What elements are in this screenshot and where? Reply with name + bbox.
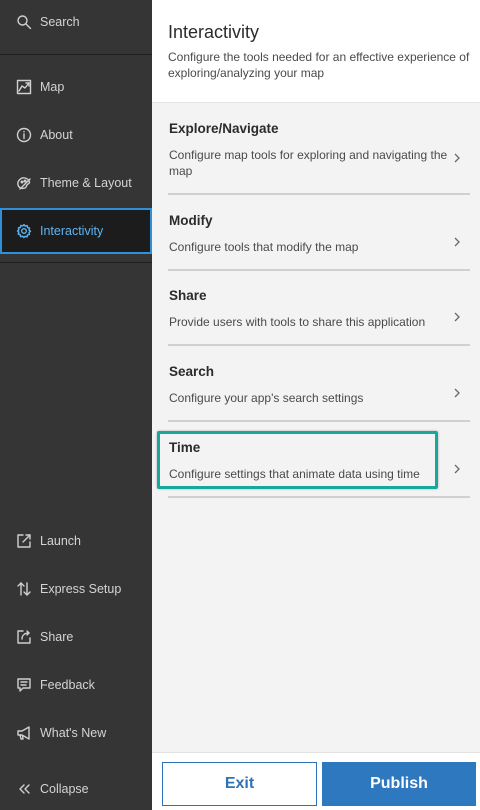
sidebar: Search Map About Theme & Layout Interact… (0, 0, 152, 810)
card-divider (168, 420, 470, 422)
sidebar-divider (0, 54, 152, 55)
card-title: Search (169, 364, 215, 379)
sort-arrows-icon (15, 580, 33, 598)
sidebar-divider (0, 262, 152, 263)
sidebar-item-label: Collapse (40, 782, 89, 796)
chevron-right-icon (452, 309, 462, 322)
chevron-right-icon (452, 385, 462, 398)
main-panel: Interactivity Configure the tools needed… (152, 0, 480, 810)
chevron-right-icon (452, 461, 462, 474)
card-divider (168, 344, 470, 346)
card-explore-navigate[interactable]: Explore/Navigate Configure map tools for… (168, 116, 470, 196)
sidebar-item-whats-new[interactable]: What's New (0, 711, 152, 755)
card-divider (168, 496, 470, 498)
palette-icon (15, 174, 33, 192)
sidebar-item-launch[interactable]: Launch (0, 519, 152, 563)
chevron-right-icon (452, 234, 462, 247)
sidebar-item-express-setup[interactable]: Express Setup (0, 567, 152, 611)
feedback-icon (15, 676, 33, 694)
card-divider (168, 193, 470, 195)
sidebar-item-label: Launch (40, 534, 82, 548)
card-title: Time (169, 440, 201, 455)
sidebar-item-label: About (40, 128, 73, 142)
publish-button[interactable]: Publish (322, 762, 476, 806)
sidebar-item-share[interactable]: Share (0, 615, 152, 659)
sidebar-item-label: Share (40, 630, 74, 644)
card-time[interactable]: Time Configure settings that animate dat… (168, 435, 470, 499)
sidebar-item-label: Theme & Layout (40, 176, 132, 190)
card-description: Configure your app's search settings (169, 391, 364, 405)
sidebar-item-map[interactable]: Map (0, 65, 152, 109)
sidebar-item-label: Search (40, 15, 80, 29)
exit-button[interactable]: Exit (162, 762, 317, 806)
sidebar-item-label: Express Setup (40, 582, 122, 596)
card-share[interactable]: Share Provide users with tools to share … (168, 283, 470, 347)
page-title: Interactivity (168, 22, 260, 42)
sidebar-item-theme-layout[interactable]: Theme & Layout (0, 161, 152, 205)
share-icon (15, 628, 33, 646)
gear-icon (15, 222, 33, 240)
chevron-right-icon (452, 150, 462, 163)
sidebar-item-about[interactable]: About (0, 113, 152, 157)
card-description: Configure map tools for exploring and na… (169, 148, 448, 178)
card-title: Share (169, 288, 207, 303)
info-icon (15, 126, 33, 144)
chevrons-left-icon (15, 780, 33, 798)
sidebar-item-feedback[interactable]: Feedback (0, 663, 152, 707)
sidebar-item-label: What's New (40, 726, 107, 740)
card-description: Configure settings that animate data usi… (169, 467, 420, 481)
search-icon (15, 13, 33, 31)
card-search[interactable]: Search Configure your app's search setti… (168, 359, 470, 423)
card-title: Explore/Navigate (169, 121, 279, 136)
sidebar-item-search[interactable]: Search (0, 0, 152, 44)
footer-bar: Exit Publish (152, 752, 480, 810)
sidebar-item-collapse[interactable]: Collapse (0, 767, 152, 810)
sidebar-item-label: Interactivity (40, 224, 104, 238)
card-description: Provide users with tools to share this a… (169, 315, 426, 329)
map-icon (15, 78, 33, 96)
sidebar-item-interactivity[interactable]: Interactivity (0, 208, 152, 254)
card-description: Configure tools that modify the map (169, 240, 359, 254)
sidebar-item-label: Map (40, 80, 65, 94)
panel-header: Interactivity Configure the tools needed… (152, 0, 480, 103)
sidebar-item-label: Feedback (40, 678, 95, 692)
card-title: Modify (169, 213, 213, 228)
page-description: Configure the tools needed for an effect… (168, 50, 470, 80)
launch-icon (15, 532, 33, 550)
card-divider (168, 269, 470, 271)
megaphone-icon (15, 724, 33, 742)
card-modify[interactable]: Modify Configure tools that modify the m… (168, 208, 470, 272)
